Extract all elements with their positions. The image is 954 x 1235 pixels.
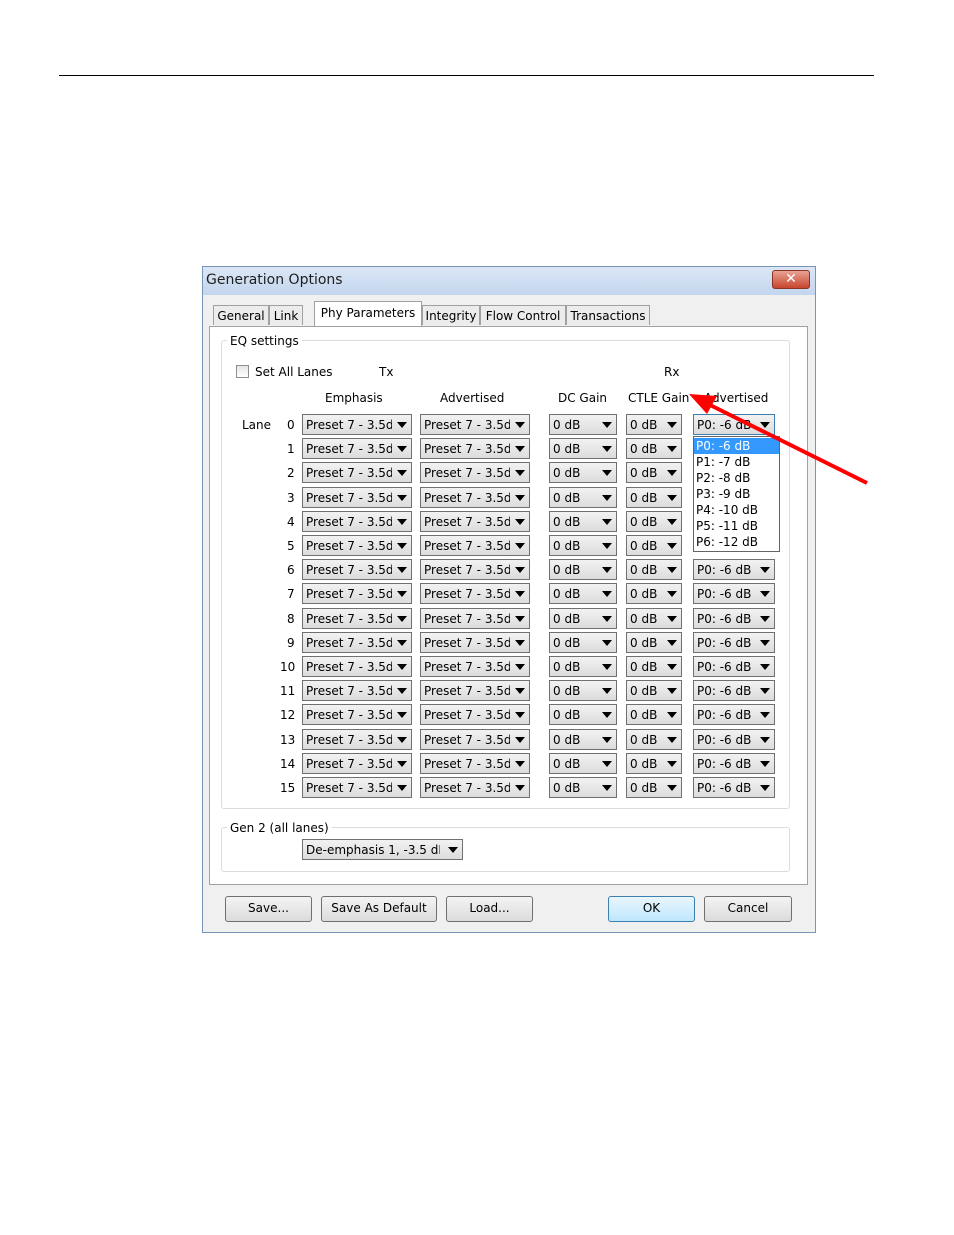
arrow-shaft xyxy=(705,401,868,485)
arrow-head xyxy=(689,394,717,414)
annotation-arrow-icon xyxy=(689,394,868,485)
